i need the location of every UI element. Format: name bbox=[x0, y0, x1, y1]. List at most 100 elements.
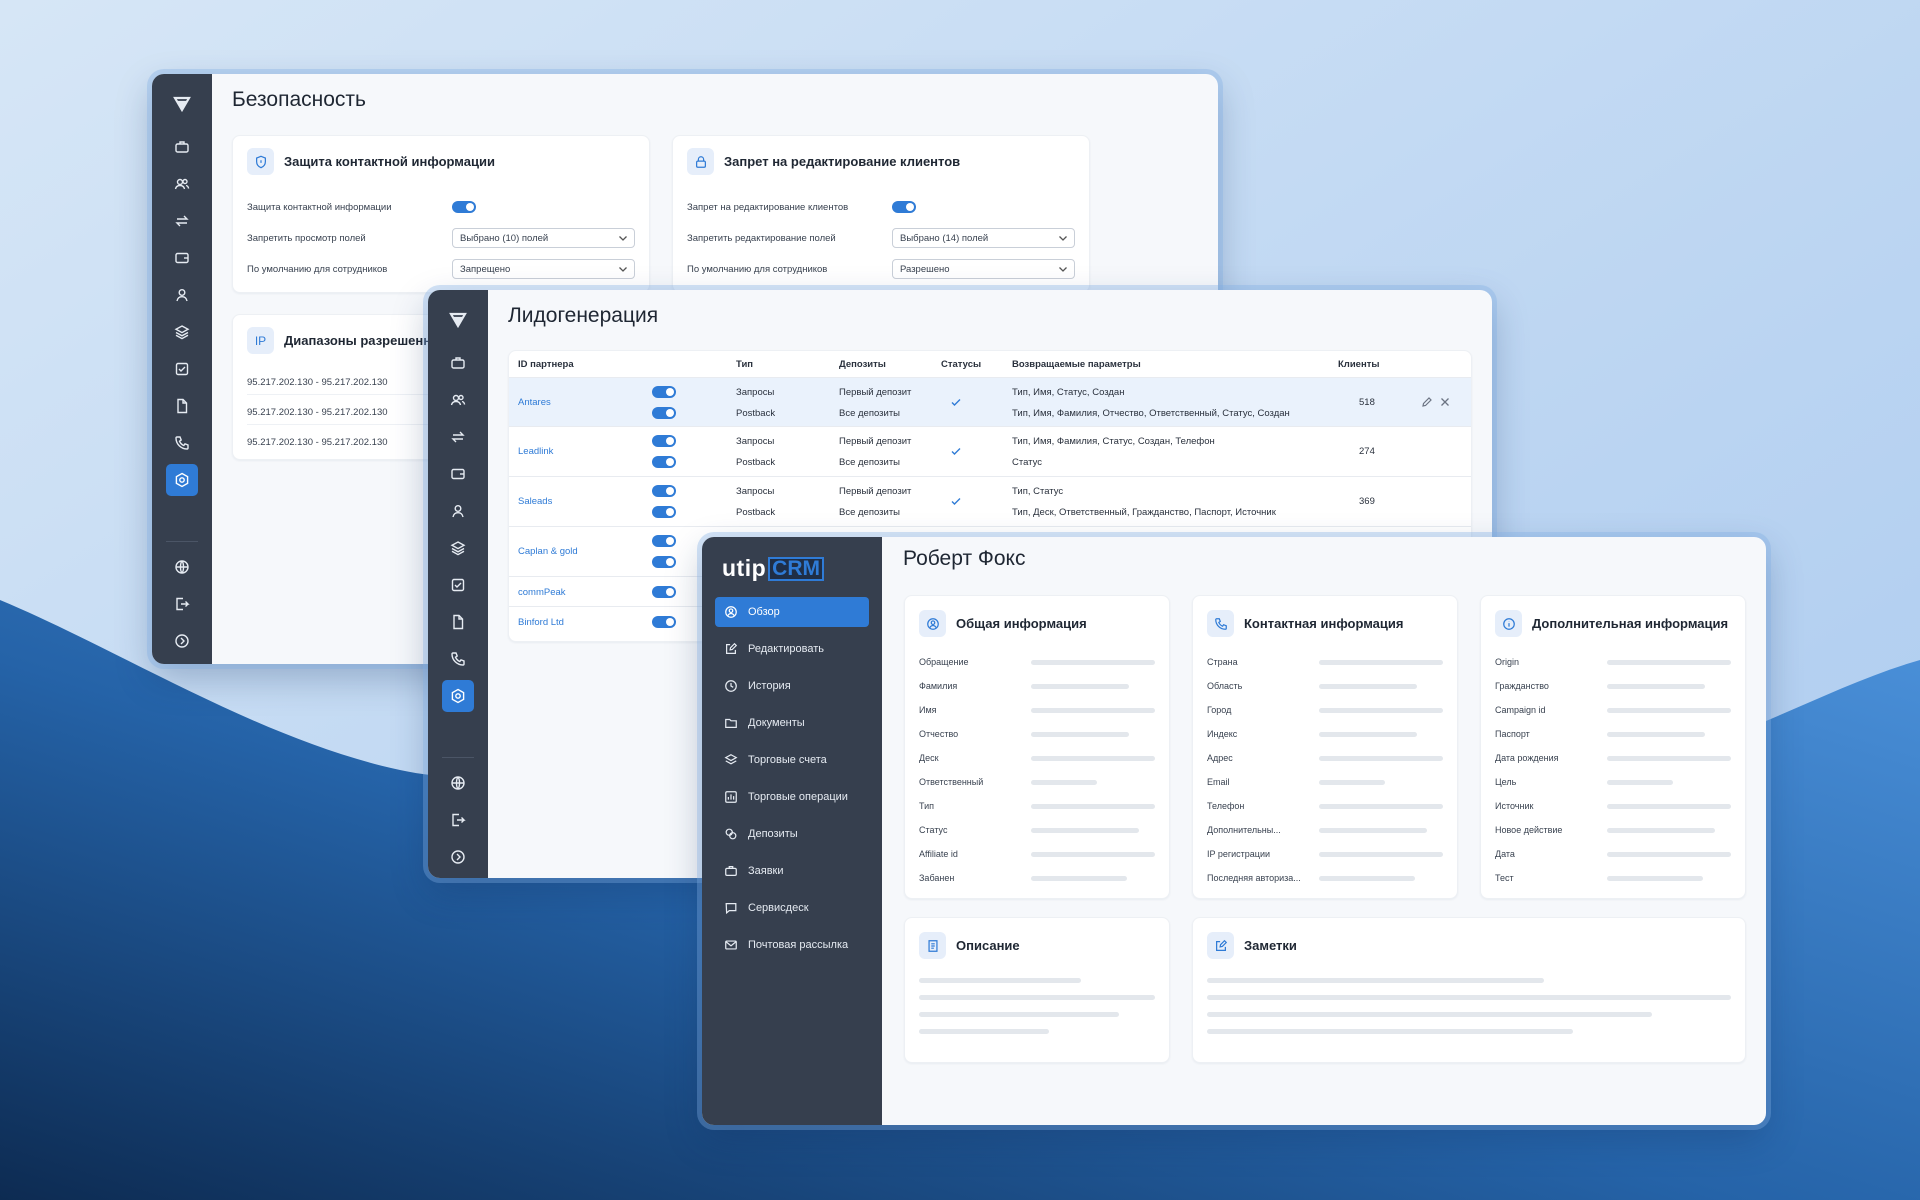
hide-fields-select[interactable]: Выбрано (10) полей bbox=[452, 228, 635, 248]
value-placeholder bbox=[1607, 683, 1705, 689]
partner-link[interactable]: commPeak bbox=[518, 587, 566, 598]
document-icon[interactable] bbox=[442, 606, 474, 638]
value-placeholder bbox=[1607, 851, 1731, 857]
postback-toggle[interactable] bbox=[652, 506, 676, 518]
value-placeholder bbox=[1607, 731, 1705, 737]
menu-item-deposits[interactable]: Депозиты bbox=[715, 819, 869, 849]
app-logo-icon[interactable] bbox=[442, 304, 474, 336]
table-row[interactable]: Leadlink Запросы Postback Первый депозит… bbox=[509, 427, 1471, 477]
text-placeholder bbox=[1207, 995, 1731, 1000]
globe-icon[interactable] bbox=[166, 551, 198, 583]
transfer-icon[interactable] bbox=[166, 205, 198, 237]
logout-icon[interactable] bbox=[442, 804, 474, 836]
table-row[interactable]: Antares Запросы Postback Первый депозит … bbox=[509, 377, 1471, 427]
layers-icon[interactable] bbox=[442, 532, 474, 564]
wallet-icon[interactable] bbox=[442, 458, 474, 490]
ban-fields-select[interactable]: Выбрано (14) полей bbox=[892, 228, 1075, 248]
value-placeholder bbox=[1607, 827, 1715, 833]
wallet-icon[interactable] bbox=[166, 242, 198, 274]
circle-arrow-icon[interactable] bbox=[442, 841, 474, 873]
chevron-down-icon bbox=[1059, 267, 1067, 272]
requests-toggle[interactable] bbox=[652, 535, 676, 547]
table-row[interactable]: Saleads Запросы Postback Первый депозит … bbox=[509, 477, 1471, 527]
field-label: Адрес bbox=[1207, 753, 1233, 763]
menu-item-trading-accounts[interactable]: Торговые счета bbox=[715, 745, 869, 775]
requests-toggle[interactable] bbox=[652, 586, 676, 598]
briefcase-icon[interactable] bbox=[166, 131, 198, 163]
card-title: Контактная информация bbox=[1244, 616, 1404, 631]
partner-link[interactable]: Leadlink bbox=[518, 446, 553, 457]
chevron-down-icon bbox=[1059, 236, 1067, 241]
value-placeholder bbox=[1319, 827, 1427, 833]
partner-link[interactable]: Binford Ltd bbox=[518, 617, 564, 628]
column-header[interactable]: Депозиты bbox=[839, 359, 886, 370]
menu-item-servicedesk[interactable]: Сервисдеск bbox=[715, 893, 869, 923]
contact-protection-toggle[interactable] bbox=[452, 201, 476, 213]
column-header[interactable]: Статусы bbox=[941, 359, 981, 370]
postback-toggle[interactable] bbox=[652, 456, 676, 468]
circle-arrow-icon[interactable] bbox=[166, 625, 198, 657]
edit-pencil-icon[interactable] bbox=[1421, 396, 1433, 411]
type-requests: Запросы bbox=[736, 436, 775, 447]
postback-toggle[interactable] bbox=[652, 556, 676, 568]
column-header[interactable]: ID партнера bbox=[518, 359, 574, 370]
user-icon[interactable] bbox=[166, 279, 198, 311]
default-staff-select[interactable]: Разрешено bbox=[892, 259, 1075, 279]
card-title: Дополнительная информация bbox=[1532, 616, 1729, 631]
menu-item-history[interactable]: История bbox=[715, 671, 869, 701]
menu-label: Почтовая рассылка bbox=[748, 939, 849, 951]
menu-item-overview[interactable]: Обзор bbox=[715, 597, 869, 627]
text-placeholder bbox=[1207, 1029, 1573, 1034]
additional-info-card: Дополнительная информация Origin Граждан… bbox=[1480, 595, 1746, 899]
edit-ban-toggle[interactable] bbox=[892, 201, 916, 213]
column-header[interactable]: Тип bbox=[736, 359, 753, 370]
edit-ban-card: Запрет на редактирование клиентов Запрет… bbox=[672, 135, 1090, 293]
logout-icon[interactable] bbox=[166, 588, 198, 620]
deposit-first: Первый депозит bbox=[839, 486, 912, 497]
text-placeholder bbox=[919, 1029, 1049, 1034]
phone-icon[interactable] bbox=[166, 427, 198, 459]
requests-toggle[interactable] bbox=[652, 616, 676, 628]
briefcase-icon[interactable] bbox=[442, 347, 474, 379]
transfer-icon[interactable] bbox=[442, 421, 474, 453]
task-check-icon[interactable] bbox=[166, 353, 198, 385]
user-icon[interactable] bbox=[442, 495, 474, 527]
field-label: Дополнительны... bbox=[1207, 825, 1281, 835]
menu-item-trading-operations[interactable]: Торговые операции bbox=[715, 782, 869, 812]
partner-link[interactable]: Saleads bbox=[518, 496, 552, 507]
default-staff-select[interactable]: Запрещено bbox=[452, 259, 635, 279]
column-header[interactable]: Клиенты bbox=[1338, 359, 1379, 370]
document-icon[interactable] bbox=[166, 390, 198, 422]
requests-toggle[interactable] bbox=[652, 485, 676, 497]
menu-item-mailing[interactable]: Почтовая рассылка bbox=[715, 930, 869, 960]
postback-toggle[interactable] bbox=[652, 407, 676, 419]
value-placeholder bbox=[1031, 803, 1155, 809]
column-header[interactable]: Возвращаемые параметры bbox=[1012, 359, 1141, 370]
menu-label: Заявки bbox=[748, 865, 784, 877]
value-placeholder bbox=[1031, 707, 1155, 713]
task-check-icon[interactable] bbox=[442, 569, 474, 601]
menu-item-requests[interactable]: Заявки bbox=[715, 856, 869, 886]
field-label: Индекс bbox=[1207, 729, 1238, 739]
settings-gear-icon[interactable] bbox=[166, 464, 198, 496]
security-rail bbox=[152, 74, 212, 664]
users-icon[interactable] bbox=[166, 168, 198, 200]
field-label: Запрет на редактирование клиентов bbox=[687, 201, 849, 213]
info-icon bbox=[1495, 610, 1522, 637]
app-logo-icon[interactable] bbox=[166, 88, 198, 120]
layers-icon[interactable] bbox=[166, 316, 198, 348]
globe-icon[interactable] bbox=[442, 767, 474, 799]
utip-crm-logo[interactable]: utip CRM bbox=[722, 555, 824, 582]
requests-toggle[interactable] bbox=[652, 386, 676, 398]
contact-info-card: Контактная информация Страна Область Гор… bbox=[1192, 595, 1458, 899]
users-icon[interactable] bbox=[442, 384, 474, 416]
menu-item-documents[interactable]: Документы bbox=[715, 708, 869, 738]
close-icon[interactable] bbox=[1439, 396, 1451, 411]
phone-icon[interactable] bbox=[442, 643, 474, 675]
partner-link[interactable]: Antares bbox=[518, 397, 551, 408]
settings-gear-icon[interactable] bbox=[442, 680, 474, 712]
menu-item-edit[interactable]: Редактировать bbox=[715, 634, 869, 664]
partner-link[interactable]: Caplan & gold bbox=[518, 546, 578, 557]
requests-toggle[interactable] bbox=[652, 435, 676, 447]
clients-count: 369 bbox=[1359, 496, 1375, 507]
